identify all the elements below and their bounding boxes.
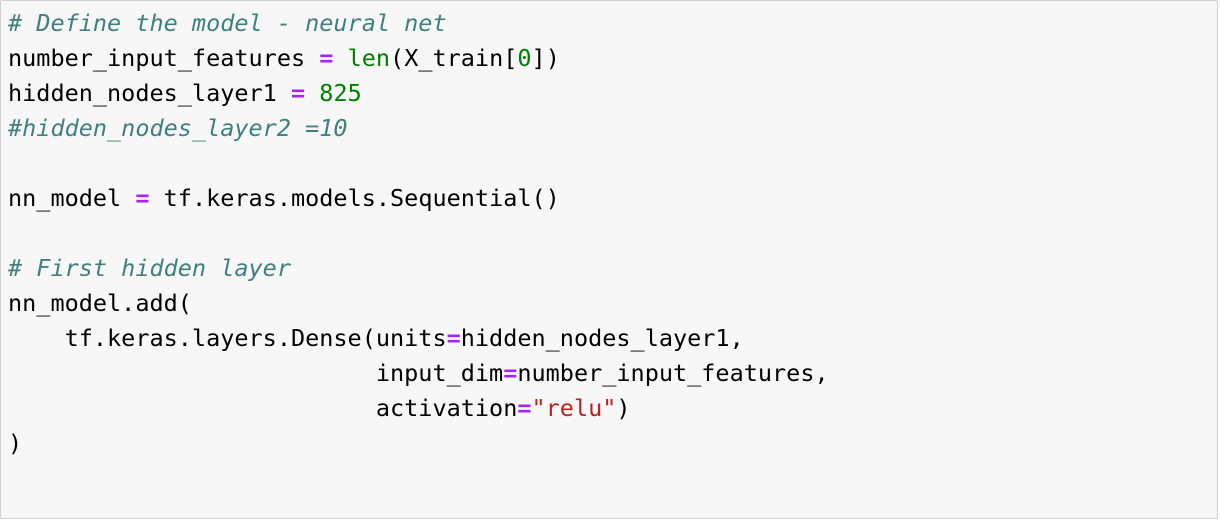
operator: = xyxy=(503,359,518,387)
number-literal: 0 xyxy=(517,44,532,72)
code-text: number_input_features, xyxy=(517,359,829,387)
code-line-9: nn_model.add( xyxy=(8,286,829,321)
operator: = xyxy=(319,44,334,72)
comment: # Define the model - neural net xyxy=(8,9,447,37)
code-line-8: # First hidden layer xyxy=(8,251,829,286)
code-line-2: number_input_features = len(X_train[0]) xyxy=(8,41,829,76)
code-text: ]) xyxy=(531,44,560,72)
code-line-4: #hidden_nodes_layer2 =10 xyxy=(8,111,829,146)
builtin-function: len xyxy=(347,44,391,72)
variable: number_input_features xyxy=(8,44,306,72)
code-line-1: # Define the model - neural net xyxy=(8,6,829,41)
code-text: ) xyxy=(616,394,631,422)
code-line-11: input_dim=number_input_features, xyxy=(8,356,829,391)
code-text: tf.keras.layers.Dense(units xyxy=(64,324,447,352)
operator: = xyxy=(290,79,306,107)
code-line-13: ) xyxy=(8,426,829,461)
operator: = xyxy=(135,184,150,212)
code-line-3: hidden_nodes_layer1 = 825 xyxy=(8,76,829,111)
comment: #hidden_nodes_layer2 =10 xyxy=(8,114,348,142)
number-literal: 825 xyxy=(319,79,362,107)
code-text: ) xyxy=(8,429,23,457)
operator: = xyxy=(446,324,461,352)
code-text: nn_model.add( xyxy=(8,289,192,317)
code-line-10: tf.keras.layers.Dense(units=hidden_nodes… xyxy=(8,321,829,356)
code-editor[interactable]: # Define the model - neural net number_in… xyxy=(8,6,829,461)
string-literal: "relu" xyxy=(531,394,617,422)
code-text: activation xyxy=(375,394,518,422)
code-text: tf.keras.models.Sequential() xyxy=(163,184,560,212)
code-line-12: activation="relu") xyxy=(8,391,829,426)
operator: = xyxy=(517,394,532,422)
code-text: input_dim xyxy=(375,359,504,387)
code-text: (X_train[ xyxy=(390,44,518,72)
code-text: hidden_nodes_layer1, xyxy=(460,324,744,352)
comment: # First hidden layer xyxy=(8,254,291,282)
variable: nn_model xyxy=(8,184,122,212)
code-line-6: nn_model = tf.keras.models.Sequential() xyxy=(8,181,829,216)
code-cell[interactable]: # Define the model - neural net number_in… xyxy=(0,0,1218,519)
variable: hidden_nodes_layer1 xyxy=(8,79,277,107)
